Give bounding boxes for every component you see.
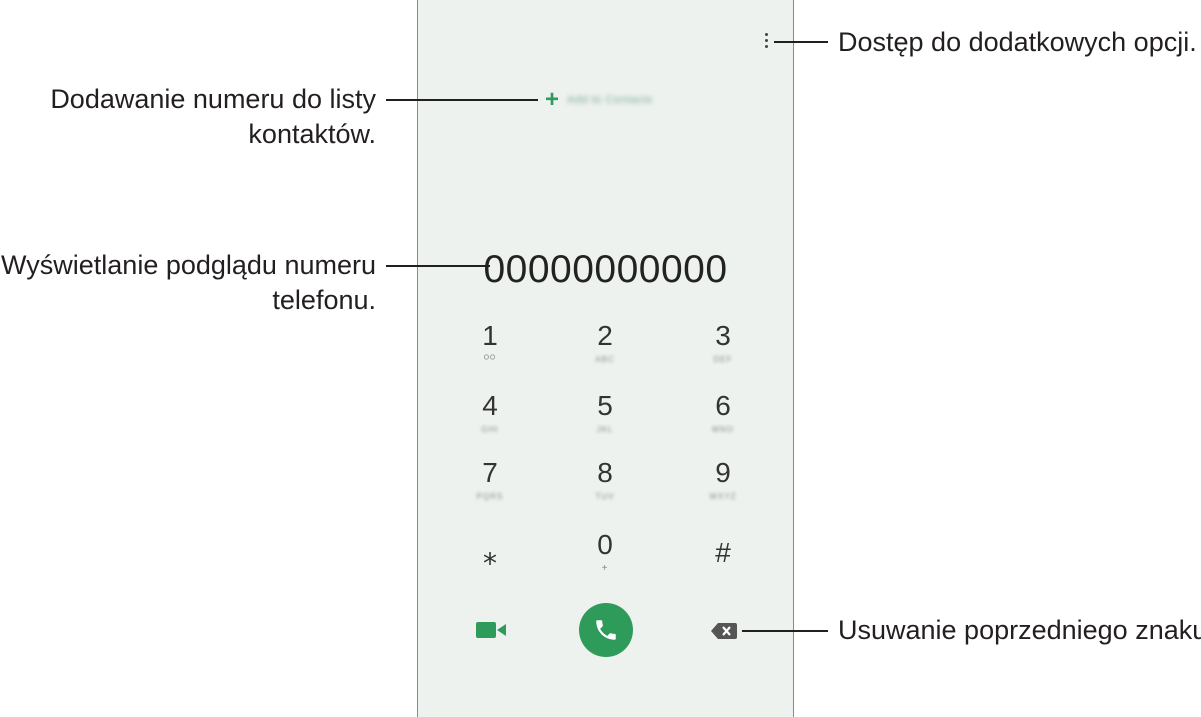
key-letters: TUV [595,492,615,501]
phone-icon [596,620,616,640]
key-letters: GHI [481,425,499,434]
key-digit: # [715,537,731,568]
callout-add-contact-1: Dodawanie numeru do listy [50,84,376,114]
more-options-icon[interactable] [762,31,772,51]
key-3[interactable]: 3 DEF [663,321,783,365]
backspace-icon[interactable] [711,623,737,639]
key-0[interactable]: 0 + [545,530,665,574]
callout-line-delete [742,630,828,632]
callout-preview-1: Wyświetlanie podglądu numeru [1,250,376,280]
key-9[interactable]: 9 WXYZ [663,458,783,502]
key-letters: DEF [713,355,733,364]
key-6[interactable]: 6 MNO [663,391,783,435]
video-call-icon[interactable] [476,620,506,640]
key-digit: 8 [597,457,613,488]
callout-preview-2: telefonu. [272,285,376,315]
key-digit: 9 [715,457,731,488]
call-button[interactable] [579,603,633,657]
key-letters: WXYZ [709,492,737,501]
key-digit: 7 [482,457,498,488]
key-plus: + [601,563,609,574]
key-digit: 6 [715,390,731,421]
key-letters: MNO [712,425,734,434]
callout-line-preview [386,265,490,267]
key-digit: 1 [482,320,498,351]
key-letters: ABC [595,355,615,364]
key-5[interactable]: 5 JKL [545,391,665,435]
key-1[interactable]: 1 ᴼᴼ [430,321,550,365]
key-8[interactable]: 8 TUV [545,458,665,502]
key-digit: 3 [715,320,731,351]
callout-line-more-options [774,41,828,43]
key-star[interactable]: ⁎ [430,540,550,570]
key-digit: 4 [482,390,498,421]
callout-line-add-contact [386,99,538,101]
key-4[interactable]: 4 GHI [430,391,550,435]
callout-add-contact-2: kontaktów. [248,119,376,149]
callout-delete-char: Usuwanie poprzedniego znaku. [838,615,1201,645]
plus-icon: + [544,86,559,113]
key-hash[interactable]: # [663,538,783,568]
add-to-contacts-label: Add to Contacts [567,94,653,106]
key-letters: PQRS [476,492,504,501]
add-to-contacts-button[interactable]: + Add to Contacts [543,88,653,112]
key-digit: ⁎ [483,539,497,570]
callout-more-options: Dostęp do dodatkowych opcji. [838,27,1197,57]
key-digit: 5 [597,390,613,421]
key-2[interactable]: 2 ABC [545,321,665,365]
key-letters: JKL [596,425,614,434]
voicemail-icon: ᴼᴼ [483,354,497,365]
key-digit: 0 [597,529,613,560]
key-7[interactable]: 7 PQRS [430,458,550,502]
key-digit: 2 [597,320,613,351]
phone-number-display: 00000000000 [483,248,728,291]
